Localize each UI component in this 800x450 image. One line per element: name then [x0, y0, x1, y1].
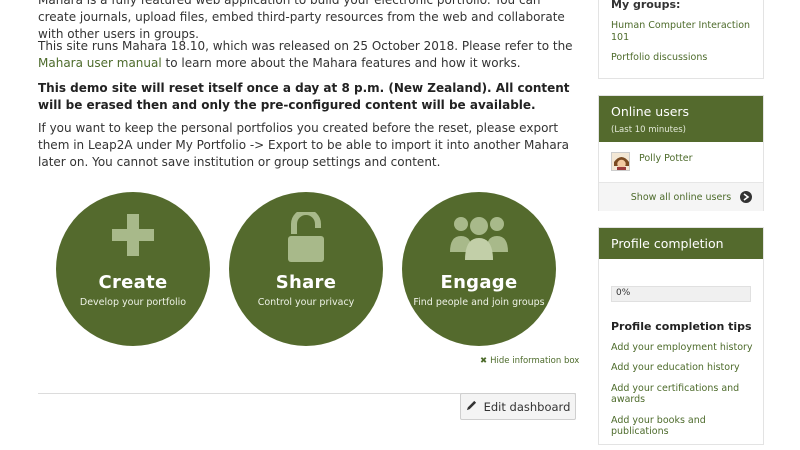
profile-completion-block: Profile completion 0% Profile completion… [598, 227, 764, 445]
profile-tip-link[interactable]: Add your employment history [611, 342, 757, 353]
engage-card-title: Engage [440, 272, 518, 293]
pencil-icon [466, 400, 477, 414]
intro-paragraph: Mahara is a fully featured web applicati… [38, 0, 565, 41]
version-text: This site runs Mahara 18.10, which was r… [38, 39, 573, 53]
online-users-subtitle: (Last 10 minutes) [611, 125, 686, 135]
avatar[interactable] [611, 152, 630, 171]
profile-tip-link[interactable]: Add your books and publications [611, 415, 757, 437]
online-users-block: Online users (Last 10 minutes) Polly Pot… [598, 95, 764, 211]
edit-dashboard-label: Edit dashboard [483, 399, 571, 414]
unlock-icon [229, 212, 383, 262]
profile-progress-bar: 0% [611, 286, 751, 302]
group-link[interactable]: Portfolio discussions [611, 52, 707, 63]
profile-completion-header: Profile completion [599, 228, 763, 259]
profile-completion-title: Profile completion [611, 236, 724, 251]
export-paragraph: If you want to keep the personal portfol… [38, 121, 569, 169]
profile-tip-link[interactable]: Add your education history [611, 362, 757, 373]
share-card[interactable]: Share Control your privacy [229, 192, 383, 346]
group-link[interactable]: Human Computer Interaction 101 [611, 20, 751, 44]
create-card-subtitle: Develop your portfolio [79, 297, 187, 308]
arrow-right-circle-icon [740, 191, 752, 203]
reset-notice: This demo site will reset itself once a … [38, 81, 570, 112]
online-users-title: Online users [611, 104, 690, 119]
hide-information-label: Hide information box [490, 356, 580, 366]
version-paragraph: This site runs Mahara 18.10, which was r… [38, 38, 578, 72]
engage-card-subtitle: Find people and join groups [413, 297, 545, 308]
hide-information-box-link[interactable]: ✖ Hide information box [480, 356, 579, 366]
online-user-link[interactable]: Polly Potter [639, 153, 693, 164]
engage-card[interactable]: Engage Find people and join groups [402, 192, 556, 346]
progress-label: 0% [616, 288, 631, 298]
user-manual-link[interactable]: Mahara user manual [38, 56, 162, 70]
create-card[interactable]: Create Develop your portfolio [56, 192, 210, 346]
profile-tip-link[interactable]: Add your certifications and awards [611, 383, 757, 405]
users-icon [402, 212, 556, 262]
plus-icon [56, 212, 210, 262]
share-card-title: Share [275, 272, 337, 293]
version-text-end: to learn more about the Mahara features … [161, 56, 521, 70]
online-users-header: Online users (Last 10 minutes) [599, 96, 763, 142]
show-all-online-users-link[interactable]: Show all online users [599, 182, 763, 211]
profile-tips-heading: Profile completion tips [611, 320, 752, 333]
create-card-title: Create [98, 272, 168, 293]
close-icon: ✖ [480, 356, 488, 366]
share-card-subtitle: Control your privacy [257, 297, 355, 308]
my-groups-heading: My groups: [611, 0, 681, 11]
show-all-label: Show all online users [630, 191, 732, 203]
my-groups-block: My groups: Human Computer Interaction 10… [598, 0, 764, 79]
edit-dashboard-button[interactable]: Edit dashboard [460, 393, 576, 420]
